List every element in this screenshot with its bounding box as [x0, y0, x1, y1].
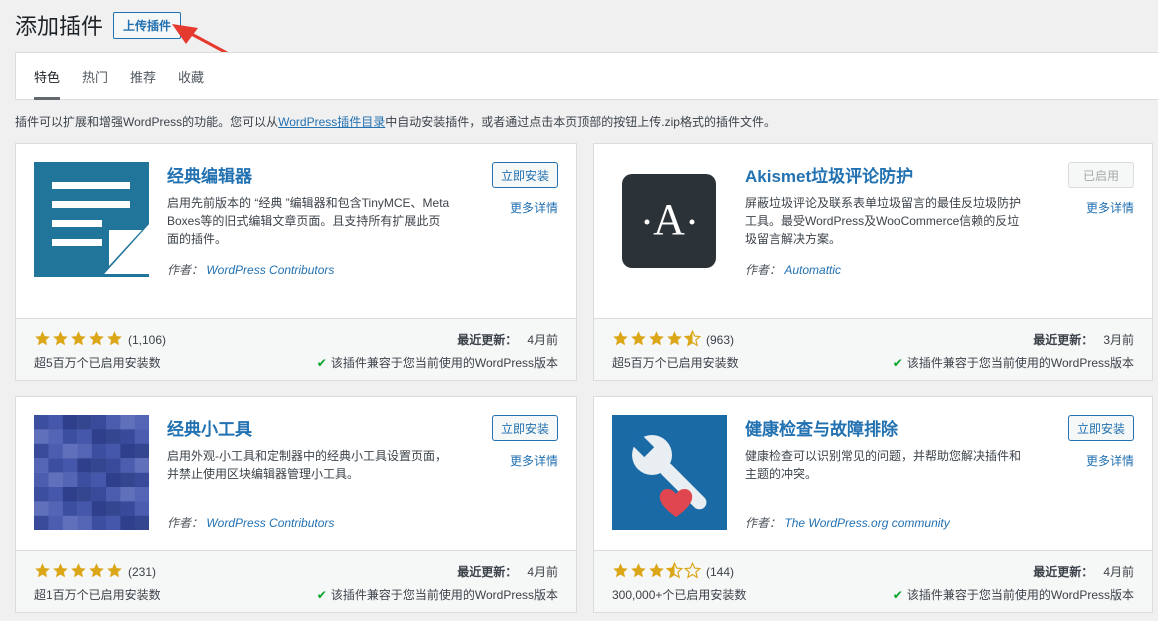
rating-stars — [612, 561, 702, 582]
rating-stars — [34, 330, 124, 350]
compatibility: ✔ 该插件兼容于您当前使用的WordPress版本 — [316, 588, 558, 602]
last-updated: 最近更新： 4月前 — [457, 565, 558, 579]
author-link[interactable]: WordPress Contributors — [206, 263, 334, 277]
plugin-card: 健康检查与故障排除 健康检查可以识别常见的问题，并帮助您解决插件和主题的冲突。 … — [593, 396, 1153, 613]
last-updated: 最近更新： 4月前 — [1033, 565, 1134, 579]
plugin-description: 启用先前版本的 “经典 ”编辑器和包含TinyMCE、Meta Boxes等的旧… — [167, 196, 450, 246]
plugin-card-bottom: (963) 超5百万个已启用安装数 最近更新： 3月前 ✔ 该插件兼容于您当前使用的… — [594, 318, 1152, 380]
plugin-author: 作者： The WordPress.org community — [745, 516, 950, 530]
rating-count: (144) — [706, 565, 735, 579]
author-link[interactable]: WordPress Contributors — [206, 516, 334, 530]
plugin-name[interactable]: Akismet垃圾评论防护 — [745, 162, 913, 187]
star-icon — [106, 330, 124, 350]
star-icon — [612, 330, 630, 350]
plugin-description: 屏蔽垃圾评论及联系表单垃圾留言的最佳反垃圾防护工具。最受WordPress及Wo… — [745, 196, 1022, 246]
active-installs: 超5百万个已启用安装数 — [34, 356, 161, 370]
compatibility: ✔ 该插件兼容于您当前使用的WordPress版本 — [892, 588, 1134, 602]
plugin-card-bottom: (1,106) 超5百万个已启用安装数 最近更新： 4月前 ✔ 该插件兼容于您当前使… — [16, 318, 576, 380]
plugin-name[interactable]: 经典小工具 — [167, 415, 252, 440]
more-details-link[interactable]: 更多详情 — [1086, 452, 1134, 469]
star-icon — [52, 330, 70, 350]
page-header: 添加插件 上传插件 — [15, 10, 182, 40]
star-icon — [70, 330, 88, 350]
akismet-icon[interactable]: A — [612, 162, 727, 277]
star-icon — [70, 562, 88, 582]
page-title: 添加插件 — [15, 14, 104, 39]
rating-count: (1,106) — [128, 333, 167, 347]
active-installs: 超1百万个已启用安装数 — [34, 588, 161, 602]
activated-button: 已启用 — [1068, 162, 1134, 188]
star-icon — [612, 562, 630, 582]
author-link[interactable]: Automattic — [784, 263, 841, 277]
plugin-card: A Akismet垃圾评论防护 屏蔽垃圾评论及联系表单垃圾留言的最佳反垃圾防护工… — [593, 143, 1153, 381]
install-now-button[interactable]: 立即安装 — [492, 415, 558, 441]
star-icon — [648, 330, 666, 350]
star-icon — [648, 562, 666, 582]
plugin-card-bottom: (231) 超1百万个已启用安装数 最近更新： 4月前 ✔ 该插件兼容于您当前使用的… — [16, 550, 576, 612]
classic-widgets-icon[interactable] — [34, 415, 150, 531]
plugin-name[interactable]: 经典编辑器 — [167, 162, 252, 187]
star-icon — [630, 330, 648, 350]
plugin-card: 经典编辑器 启用先前版本的 “经典 ”编辑器和包含TinyMCE、Meta Bo… — [15, 143, 577, 381]
health-check-icon[interactable] — [612, 415, 727, 530]
check-icon: ✔ — [316, 356, 327, 370]
filter-bar: 特色 热门 推荐 收藏 — [15, 52, 1158, 100]
rating-stars — [34, 562, 124, 582]
star-icon — [34, 330, 52, 350]
plugin-author: 作者： WordPress Contributors — [167, 263, 335, 277]
star-icon — [683, 561, 702, 582]
rating-stars — [612, 329, 702, 350]
check-icon: ✔ — [892, 356, 903, 370]
plugin-rating: (1,106) — [34, 330, 166, 350]
plugin-rating: (231) — [34, 562, 156, 582]
plugin-author: 作者： WordPress Contributors — [167, 516, 335, 530]
tab-3[interactable]: 收藏 — [178, 53, 204, 99]
tab-1[interactable]: 热门 — [82, 53, 108, 99]
plugin-card-top: 健康检查与故障排除 健康检查可以识别常见的问题，并帮助您解决插件和主题的冲突。 … — [594, 397, 1152, 573]
plugin-description: 启用外观-小工具和定制器中的经典小工具设置页面，并禁止使用区块编辑器管理小工具。 — [167, 449, 447, 481]
star-icon — [34, 562, 52, 582]
plugin-card-top: A Akismet垃圾评论防护 屏蔽垃圾评论及联系表单垃圾留言的最佳反垃圾防护工… — [594, 144, 1152, 320]
svg-text:A: A — [653, 195, 685, 244]
rating-count: (231) — [128, 565, 157, 579]
last-updated: 最近更新： 4月前 — [457, 333, 558, 347]
check-icon: ✔ — [892, 588, 903, 602]
plugin-card-top: 经典编辑器 启用先前版本的 “经典 ”编辑器和包含TinyMCE、Meta Bo… — [16, 144, 576, 320]
check-icon: ✔ — [316, 588, 327, 602]
star-icon — [630, 562, 648, 582]
plugin-name[interactable]: 健康检查与故障排除 — [745, 415, 898, 440]
star-icon — [665, 561, 684, 582]
compatibility: ✔ 该插件兼容于您当前使用的WordPress版本 — [892, 356, 1134, 370]
star-icon — [52, 562, 70, 582]
more-details-link[interactable]: 更多详情 — [510, 452, 558, 469]
classic-editor-icon[interactable] — [34, 162, 149, 277]
install-now-button[interactable]: 立即安装 — [1068, 415, 1134, 441]
more-details-link[interactable]: 更多详情 — [510, 199, 558, 216]
star-icon — [683, 329, 702, 350]
star-icon — [106, 562, 124, 582]
plugin-directory-link[interactable]: WordPress插件目录 — [278, 115, 385, 129]
last-updated: 最近更新： 3月前 — [1033, 333, 1134, 347]
plugin-card: 经典小工具 启用外观-小工具和定制器中的经典小工具设置页面，并禁止使用区块编辑器… — [15, 396, 577, 613]
plugin-author: 作者： Automattic — [745, 263, 842, 277]
tab-2[interactable]: 推荐 — [130, 53, 156, 99]
author-link[interactable]: The WordPress.org community — [784, 516, 949, 530]
star-icon — [88, 330, 106, 350]
more-details-link[interactable]: 更多详情 — [1086, 199, 1134, 216]
intro-text: 插件可以扩展和增强WordPress的功能。您可以从WordPress插件目录中… — [15, 115, 776, 129]
install-now-button[interactable]: 立即安装 — [492, 162, 558, 188]
plugin-card-bottom: (144) 300,000+个已启用安装数 最近更新： 4月前 ✔ 该插件兼容于您当… — [594, 550, 1152, 612]
plugin-rating: (963) — [612, 329, 735, 350]
plugin-description: 健康检查可以识别常见的问题，并帮助您解决插件和主题的冲突。 — [745, 449, 1022, 481]
star-icon — [666, 330, 684, 350]
plugin-card-top: 经典小工具 启用外观-小工具和定制器中的经典小工具设置页面，并禁止使用区块编辑器… — [16, 397, 576, 573]
active-installs: 超5百万个已启用安装数 — [612, 356, 739, 370]
tab-0[interactable]: 特色 — [34, 53, 61, 100]
active-installs: 300,000+个已启用安装数 — [612, 588, 747, 602]
rating-count: (963) — [706, 333, 735, 347]
compatibility: ✔ 该插件兼容于您当前使用的WordPress版本 — [316, 356, 558, 370]
star-icon — [88, 562, 106, 582]
plugin-rating: (144) — [612, 561, 735, 582]
